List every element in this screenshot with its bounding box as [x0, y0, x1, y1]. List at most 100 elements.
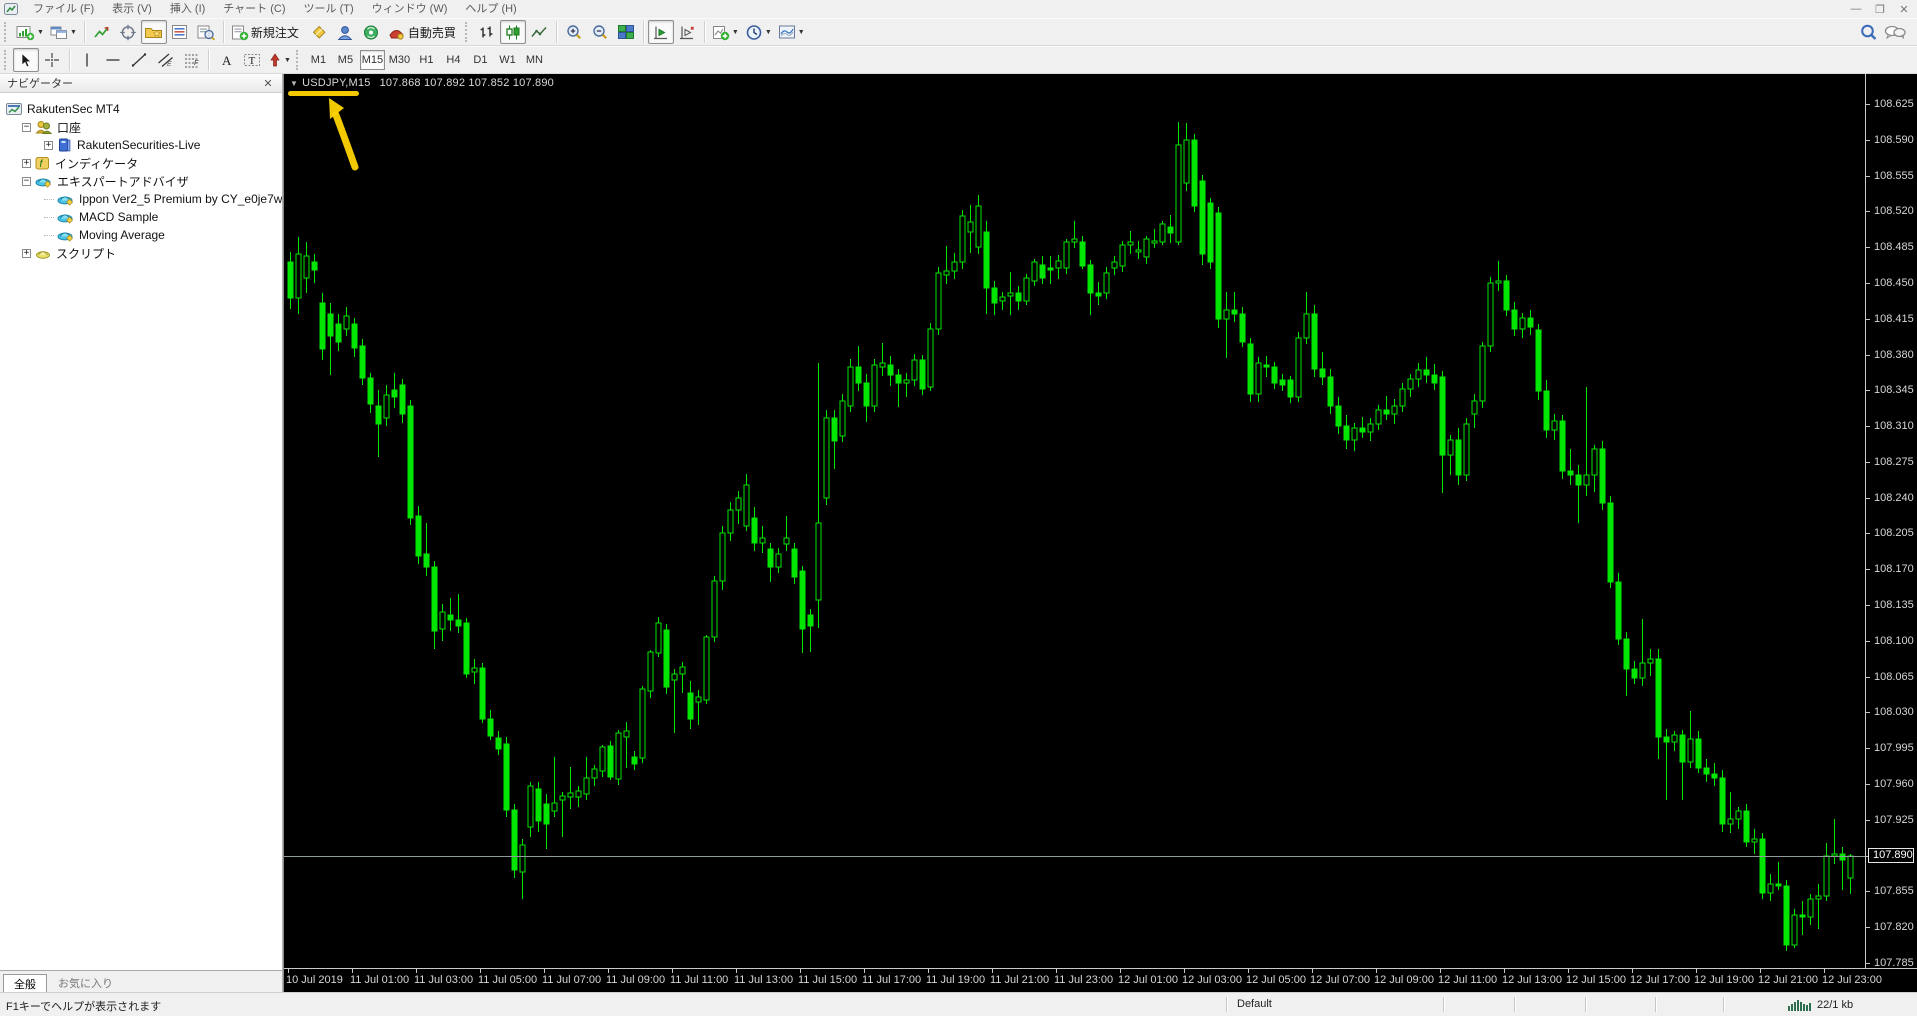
auto-scroll-button[interactable]: [647, 20, 674, 44]
person-icon: [337, 25, 353, 40]
toolbar-grip[interactable]: [464, 22, 470, 42]
price-label: 107.820: [1874, 921, 1914, 933]
timeframe-button-m30[interactable]: M30: [387, 50, 412, 70]
templates-button[interactable]: ▼: [775, 20, 808, 44]
time-tick: [1248, 969, 1249, 973]
chart-shift-button[interactable]: [674, 20, 700, 44]
timeframe-button-h4[interactable]: H4: [441, 50, 466, 70]
timeframe-button-mn[interactable]: MN: [522, 50, 547, 70]
autotrading-button[interactable]: 自動売買: [384, 20, 463, 44]
restore-button[interactable]: ❐: [1873, 3, 1887, 16]
new-order-button[interactable]: 新規注文: [228, 20, 306, 44]
time-label: 12 Jul 11:00: [1438, 974, 1498, 986]
tree-item-1[interactable]: − 口座: [0, 118, 282, 136]
search-button[interactable]: [1855, 20, 1881, 44]
signal-icon: [363, 25, 378, 39]
trendline-button[interactable]: [126, 48, 152, 72]
chart-symbol: USDJPY,M15: [302, 77, 371, 89]
signals-button[interactable]: [358, 20, 384, 44]
tree-item-4[interactable]: − エキスパートアドバイザ: [0, 172, 282, 190]
collapse-icon[interactable]: −: [22, 122, 31, 132]
zoom-in-button[interactable]: [561, 20, 587, 44]
tree-item-8[interactable]: + スクリプト: [0, 244, 282, 262]
vertical-line-button[interactable]: [74, 48, 100, 72]
horizontal-line-button[interactable]: [100, 48, 126, 72]
time-label: 11 Jul 13:00: [734, 974, 794, 986]
periods-button[interactable]: ▼: [742, 20, 775, 44]
text-label-button[interactable]: T: [239, 48, 265, 72]
market-watch-button[interactable]: [89, 20, 115, 44]
price-label: 108.100: [1874, 635, 1914, 647]
server-icon: [57, 138, 72, 152]
text-button[interactable]: A: [213, 48, 239, 72]
price-tick: [1866, 498, 1870, 499]
tree-connector: [44, 234, 54, 236]
tree-item-6[interactable]: MACD Sample: [0, 208, 282, 226]
toolbar-grip[interactable]: [4, 22, 9, 42]
timeframe-button-m1[interactable]: M1: [306, 50, 331, 70]
chevron-down-icon: ▼: [284, 56, 291, 64]
terminal-button[interactable]: [167, 20, 193, 44]
tree-item-0[interactable]: RakutenSec MT4: [0, 100, 282, 118]
tree-item-5[interactable]: Ippon Ver2_5 Premium by CY_e0je7wra: [0, 190, 282, 208]
expand-icon[interactable]: +: [44, 140, 53, 150]
navigator-tab-favorites[interactable]: お気に入り: [47, 973, 124, 992]
arrows-button[interactable]: ▼: [265, 48, 294, 72]
toolbar-grip[interactable]: [4, 50, 9, 70]
new-chart-button[interactable]: ▼: [13, 20, 47, 44]
status-profile[interactable]: Default: [1237, 998, 1272, 1010]
menu-item-6[interactable]: ヘルプ (H): [456, 0, 525, 18]
minimize-button[interactable]: —: [1849, 3, 1863, 15]
zoom-out-button[interactable]: [587, 20, 613, 44]
profiles-button[interactable]: ▼: [47, 20, 80, 44]
time-label: 11 Jul 07:00: [542, 974, 602, 986]
templates-icon: [778, 25, 795, 39]
expand-icon[interactable]: +: [22, 248, 31, 258]
indicators-button[interactable]: ▼: [709, 20, 742, 44]
tile-windows-button[interactable]: [613, 20, 639, 44]
fibonacci-button[interactable]: F: [178, 48, 204, 72]
tree-item-2[interactable]: + RakutenSecurities-Live: [0, 136, 282, 154]
price-label: 108.170: [1874, 563, 1914, 575]
price-label: 108.415: [1874, 313, 1914, 325]
menu-item-4[interactable]: ツール (T): [295, 0, 363, 18]
tree-item-3[interactable]: + f インディケータ: [0, 154, 282, 172]
menu-item-5[interactable]: ウィンドウ (W): [363, 0, 457, 18]
menu-item-2[interactable]: 挿入 (I): [161, 0, 214, 18]
close-navigator-button[interactable]: ✕: [261, 77, 275, 90]
status-bar: F1キーでヘルプが表示されます Default 22/1 kb: [0, 992, 1917, 1016]
timeframe-button-w1[interactable]: W1: [495, 50, 520, 70]
data-window-button[interactable]: [115, 20, 141, 44]
metaeditor-button[interactable]: [306, 20, 332, 44]
timeframe-button-m15[interactable]: M15: [359, 50, 385, 70]
community-button[interactable]: [1881, 20, 1909, 44]
menu-item-0[interactable]: ファイル (F): [24, 0, 103, 18]
navigator-tab-common[interactable]: 全般: [3, 974, 47, 993]
status-divider: [1655, 997, 1656, 1012]
equidistant-channel-button[interactable]: E: [152, 48, 178, 72]
strategy-tester-button[interactable]: [193, 20, 219, 44]
chart-window[interactable]: ▼ USDJPY,M15 107.868 107.892 107.852 107.8…: [283, 74, 1917, 992]
bar-chart-button[interactable]: [474, 20, 500, 44]
close-button[interactable]: ✕: [1897, 3, 1911, 16]
expand-icon[interactable]: +: [22, 158, 31, 168]
navigator-titlebar[interactable]: ナビゲーター ✕: [0, 74, 282, 93]
crosshair-button[interactable]: [39, 48, 65, 72]
menu-item-3[interactable]: チャート (C): [214, 0, 294, 18]
navigator-title: ナビゲーター: [7, 78, 73, 90]
menu-item-1[interactable]: 表示 (V): [103, 0, 161, 18]
toolbar-grip[interactable]: [295, 50, 301, 70]
candlestick-button[interactable]: [499, 20, 526, 44]
toolbar-line-studies: E F A T ▼ M1 M5 M15 M30 H1 H4 D1 W1 MN: [0, 46, 1917, 74]
price-chart[interactable]: [284, 74, 1865, 968]
navigator-button[interactable]: [140, 20, 167, 44]
timeframe-button-m5[interactable]: M5: [333, 50, 358, 70]
collapse-icon[interactable]: −: [22, 176, 31, 186]
line-chart-button[interactable]: [526, 20, 552, 44]
tree-item-label: RakutenSec MT4: [27, 102, 120, 116]
cursor-button[interactable]: [13, 48, 39, 72]
timeframe-button-d1[interactable]: D1: [468, 50, 493, 70]
tree-item-7[interactable]: Moving Average: [0, 226, 282, 244]
options-button[interactable]: [332, 20, 358, 44]
timeframe-button-h1[interactable]: H1: [414, 50, 439, 70]
